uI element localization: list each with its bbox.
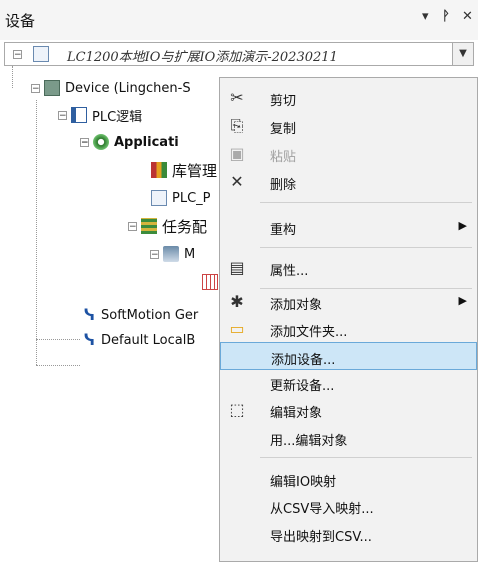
menu-item-add-device[interactable]: 添加设备... [220, 342, 477, 370]
tree-item-plc-logic[interactable]: − PLC逻辑 [58, 104, 142, 126]
menu-item-label: 重构 [270, 223, 297, 238]
menu-item-label: 删除 [270, 178, 297, 193]
menu-item-add-folder[interactable]: ▭ 添加文件夹... [220, 315, 477, 343]
plc-icon [71, 107, 87, 123]
submenu-arrow-icon: ▶ [458, 219, 467, 232]
menu-item-properties[interactable]: ▤ 属性... [220, 254, 477, 282]
panel-title: 设备 [5, 12, 36, 30]
close-icon[interactable]: ✕ [462, 9, 473, 24]
paste-icon: ▣ [229, 144, 245, 163]
menu-item-label: 剪切 [270, 94, 297, 109]
menu-item-delete[interactable]: ✕ 删除 [220, 168, 477, 196]
delete-icon: ✕ [230, 172, 244, 191]
menu-item-add-object[interactable]: ✱ 添加对象 ▶ [220, 288, 477, 316]
tree-line [12, 66, 13, 88]
menu-item-label: 用...编辑对象 [270, 434, 348, 449]
pou-icon [151, 190, 167, 206]
menu-item-update-device[interactable]: 更新设备... [220, 369, 477, 397]
dropdown-icon[interactable]: ▾ [422, 9, 429, 24]
tree-item-label: Applicati [114, 134, 179, 150]
submenu-arrow-icon: ▶ [458, 294, 467, 307]
menu-item-label: 添加对象 [270, 298, 323, 313]
properties-icon: ▤ [229, 258, 245, 277]
folder-icon: ▭ [229, 319, 245, 338]
tree-line [36, 365, 80, 366]
project-icon [33, 46, 49, 62]
menu-item-label: 编辑对象 [270, 406, 323, 421]
menu-item-edit-io-mapping[interactable]: 编辑IO映射 [220, 465, 477, 493]
pin-icon[interactable]: ᚹ [442, 9, 450, 24]
tree-item-label: 任务配 [162, 217, 208, 236]
panel-title-bar: 设备 ▾ ᚹ ✕ [0, 0, 478, 40]
tree-item-softmotion[interactable]: ᓭ SoftMotion Ger [84, 304, 198, 326]
tree-item-main-task[interactable]: − M [150, 243, 195, 265]
tree-item-label: 库管理 [172, 161, 218, 180]
cut-icon: ✂ [230, 88, 244, 107]
tree-item-label: SoftMotion Ger [101, 307, 199, 323]
menu-item-edit-object[interactable]: ⬚ 编辑对象 [220, 396, 477, 424]
add-object-icon: ✱ [230, 292, 244, 311]
menu-item-import-csv[interactable]: 从CSV导入映射... [220, 492, 477, 520]
chevron-down-icon[interactable]: ▼ [452, 43, 473, 65]
tree-item-plc-prg[interactable]: PLC_P [151, 187, 211, 209]
menu-item-label: 添加文件夹... [270, 325, 348, 340]
project-name: LC1200本地IO与扩展IO添加演示-20230211 [67, 50, 338, 65]
menu-separator [260, 202, 472, 203]
menu-item-label: 粘贴 [270, 150, 297, 165]
tree-line [36, 100, 37, 365]
edit-object-icon: ⬚ [229, 400, 245, 419]
tree-item-label: PLC_P [172, 190, 211, 206]
tree-item-label: Device (Lingchen-S [65, 80, 191, 96]
tree-item-device[interactable]: − Device (Lingchen-S [31, 77, 191, 99]
copy-icon: ⎘ [230, 116, 244, 135]
context-menu: ✂ 剪切 ⎘ 复制 ▣ 粘贴 ✕ 删除 重构 ▶ ▤ 属性... ✱ 添加对象 … [219, 77, 478, 562]
tree-item-label: Default LocalB [101, 332, 196, 348]
collapse-icon[interactable]: − [31, 83, 40, 93]
menu-item-cut[interactable]: ✂ 剪切 [220, 84, 477, 112]
menu-separator [260, 457, 472, 458]
menu-item-edit-object-with[interactable]: 用...编辑对象 [220, 424, 477, 452]
menu-item-label: 属性... [270, 264, 309, 279]
tree-item-label: M [184, 246, 196, 262]
library-icon [151, 162, 167, 178]
task-config-icon [141, 218, 157, 234]
tree-item-task-config[interactable]: − 任务配 [128, 215, 207, 237]
menu-item-paste[interactable]: ▣ 粘贴 [220, 140, 477, 168]
menu-item-label: 从CSV导入映射... [270, 502, 374, 517]
menu-item-refactor[interactable]: 重构 ▶ [220, 213, 477, 241]
collapse-icon[interactable]: − [13, 50, 22, 60]
tree-line [36, 339, 80, 340]
menu-item-label: 复制 [270, 122, 297, 137]
tree-item-label: PLC逻辑 [92, 109, 143, 125]
menu-item-export-csv[interactable]: 导出映射到CSV... [220, 520, 477, 548]
device-icon [44, 80, 60, 96]
application-icon [93, 134, 109, 150]
menu-item-label: 编辑IO映射 [270, 475, 337, 490]
program-call-icon [202, 274, 218, 290]
task-icon [163, 246, 179, 262]
softmotion-icon: ᓭ [84, 306, 95, 324]
project-selector[interactable]: − LC1200本地IO与扩展IO添加演示-20230211 ▼ [4, 42, 474, 66]
menu-item-copy[interactable]: ⎘ 复制 [220, 112, 477, 140]
menu-separator [260, 247, 472, 248]
collapse-icon[interactable]: − [150, 249, 159, 259]
localbus-icon: ᓭ [84, 331, 95, 349]
tree-item-application[interactable]: − Applicati [80, 131, 179, 153]
collapse-icon[interactable]: − [58, 110, 67, 120]
tree-item-localbus[interactable]: ᓭ Default LocalB [84, 329, 195, 351]
collapse-icon[interactable]: − [80, 137, 89, 147]
menu-item-label: 添加设备... [271, 353, 336, 368]
menu-item-label: 导出映射到CSV... [270, 530, 372, 545]
tree-item-library[interactable]: 库管理 [151, 159, 217, 181]
menu-item-label: 更新设备... [270, 379, 335, 394]
collapse-icon[interactable]: − [128, 221, 137, 231]
